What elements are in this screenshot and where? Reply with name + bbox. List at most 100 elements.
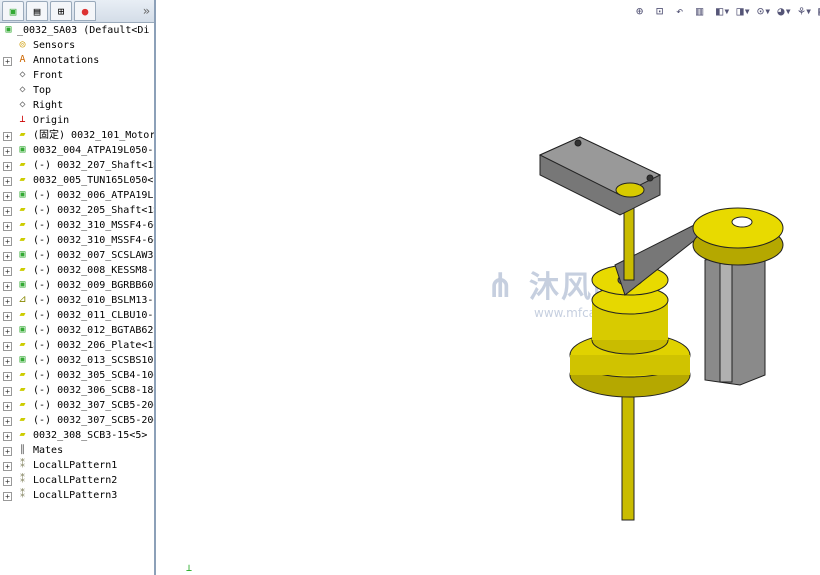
expand-icon[interactable]: + [3,282,12,291]
property-manager-tab[interactable]: ▤ [26,1,48,21]
annotation-icon: A [19,54,26,65]
expand-icon[interactable]: + [3,297,12,306]
configuration-manager-tab[interactable]: ⊞ [50,1,72,21]
tree-item-label: (-) 0032_206_Plate<1> [33,340,154,351]
display-manager-tab[interactable]: ● [74,1,96,21]
part-icon: ▰ [19,159,26,170]
tree-item-label: (-) 0032_010_BSLM13-3 [33,295,154,306]
tree-item-label: (-) 0032_006_ATPA19L0 [33,190,154,201]
tree-item[interactable]: + ▣ (-) 0032_009_BGRBB600 [0,278,154,293]
plane-icon: ◇ [19,69,26,80]
subassembly-icon: ▣ [19,189,26,200]
part-icon: ▰ [19,399,26,410]
expand-icon[interactable]: + [3,447,12,456]
expand-icon[interactable]: + [3,372,12,381]
tree-item[interactable]: + ▣ (-) 0032_007_SCSLAW35 [0,248,154,263]
tree-item-label: (-) 0032_307_SCB5-20< [33,400,154,411]
expand-icon[interactable]: + [3,432,12,441]
tree-item-label: (-) 0032_310_MSSF4-6< [33,220,154,231]
tree-item[interactable]: + ▰ (-) 0032_205_Shaft<1> [0,203,154,218]
tree-item[interactable]: + ▣ (-) 0032_006_ATPA19L0 [0,188,154,203]
tree-item-label: 0032_308_SCB3-15<5> [33,430,148,441]
more-tabs-button[interactable]: » [143,4,150,18]
tree-item[interactable]: ▣ _0032_SA03 (Default<Di [0,23,154,38]
expand-icon[interactable]: + [3,492,12,501]
tree-item[interactable]: + ▰ (-) 0032_206_Plate<1> [0,338,154,353]
tree-item-label: (-) 0032_207_Shaft<1> [33,160,154,171]
tree-item[interactable]: + ▰ (-) 0032_207_Shaft<1> [0,158,154,173]
origin-triad-icon: ⊥ [186,563,193,574]
tree-item[interactable]: + ▰ (-) 0032_310_MSSF4-6< [0,218,154,233]
expand-icon[interactable]: + [3,162,12,171]
tree-item[interactable]: + ⁑ LocalLPattern2 [0,473,154,488]
tree-item-label: (-) 0032_008_KESSM8-2 [33,265,154,276]
plane-icon: ◇ [19,99,26,110]
tree-item-label: (-) 0032_307_SCB5-20< [33,415,154,426]
part-icon: ▰ [19,414,26,425]
tree-item[interactable]: + ▰ (-) 0032_307_SCB5-20< [0,398,154,413]
tree-item[interactable]: ◇ Front [0,68,154,83]
subassembly-icon: ▣ [19,354,26,365]
part-icon: ▰ [19,429,26,440]
tree-item-label: (固定) 0032_101_Motor [33,130,154,141]
expand-icon[interactable]: + [3,357,12,366]
tree-item[interactable]: + ▰ 0032_308_SCB3-15<5> [0,428,154,443]
tree-item-label: 0032_005_TUN165L050<1 [33,175,154,186]
tree-item-label: Annotations [33,55,100,66]
tree-item-label: 0032_004_ATPA19L050-E [33,145,154,156]
assembly-model[interactable] [156,0,820,575]
expand-icon[interactable]: + [3,312,12,321]
expand-icon[interactable]: + [3,417,12,426]
plane-icon: ◇ [19,84,26,95]
tree-item[interactable]: + ∥ Mates [0,443,154,458]
expand-icon[interactable]: + [3,192,12,201]
expand-icon[interactable]: + [3,237,12,246]
expand-icon[interactable]: + [3,252,12,261]
pattern-icon: ⁑ [20,459,25,470]
tree-item[interactable]: + ▰ (固定) 0032_101_Motor [0,128,154,143]
subassembly-icon: ▣ [19,144,26,155]
expand-icon[interactable]: + [3,342,12,351]
tree-item[interactable]: + ▣ 0032_004_ATPA19L050-E [0,143,154,158]
origin-icon: ⊥ [19,114,26,125]
tree-item[interactable]: + ▰ (-) 0032_310_MSSF4-6< [0,233,154,248]
expand-icon[interactable]: + [3,477,12,486]
part-icon: ▰ [19,174,26,185]
tree-item[interactable]: ◎ Sensors [0,38,154,53]
tree-item[interactable]: + ⁑ LocalLPattern3 [0,488,154,503]
tree-item-label: Sensors [33,40,76,51]
tree-item[interactable]: + A Annotations [0,53,154,68]
tree-item[interactable]: + ▰ (-) 0032_008_KESSM8-2 [0,263,154,278]
tree-item[interactable]: + ▰ 0032_005_TUN165L050<1 [0,173,154,188]
expand-icon[interactable]: + [3,177,12,186]
expand-icon[interactable]: + [3,57,12,66]
tree-item[interactable]: + ▰ (-) 0032_305_SCB4-10< [0,368,154,383]
expand-icon[interactable]: + [3,267,12,276]
tree-item[interactable]: ⊥ Origin [0,113,154,128]
expand-icon[interactable]: + [3,222,12,231]
tree-item[interactable]: + ⊿ (-) 0032_010_BSLM13-3 [0,293,154,308]
expand-icon[interactable]: + [3,402,12,411]
tree-item-label: _0032_SA03 (Default<Di [17,25,150,36]
tree-item[interactable]: ◇ Top [0,83,154,98]
part-icon: ▰ [19,264,26,275]
tree-item-label: Origin [33,115,70,126]
expand-icon[interactable]: + [3,387,12,396]
graphics-area[interactable]: ⊕⊡↶▥◧▾◨▾⊙▾◕▾⚘▾▦▾ ⋔ 沐风网 www.mfcad.com ⊥ [156,0,820,575]
tree-item[interactable]: + ▰ (-) 0032_307_SCB5-20< [0,413,154,428]
expand-icon[interactable]: + [3,462,12,471]
tree-item[interactable]: + ▣ (-) 0032_012_BGTAB620 [0,323,154,338]
tree-item[interactable]: + ▰ (-) 0032_306_SCB8-18< [0,383,154,398]
expand-icon[interactable]: + [3,327,12,336]
expand-icon[interactable]: + [3,132,12,141]
tree-item-label: (-) 0032_007_SCSLAW35 [33,250,154,261]
expand-icon[interactable]: + [3,147,12,156]
tree-item[interactable]: ◇ Right [0,98,154,113]
tree-item-label: LocalLPattern1 [33,460,118,471]
part-icon: ▰ [19,129,26,140]
tree-item[interactable]: + ⁑ LocalLPattern1 [0,458,154,473]
feature-manager-tab[interactable]: ▣ [2,1,24,21]
expand-icon[interactable]: + [3,207,12,216]
tree-item[interactable]: + ▣ (-) 0032_013_SCSBS10- [0,353,154,368]
tree-item[interactable]: + ▰ (-) 0032_011_CLBU10-1 [0,308,154,323]
